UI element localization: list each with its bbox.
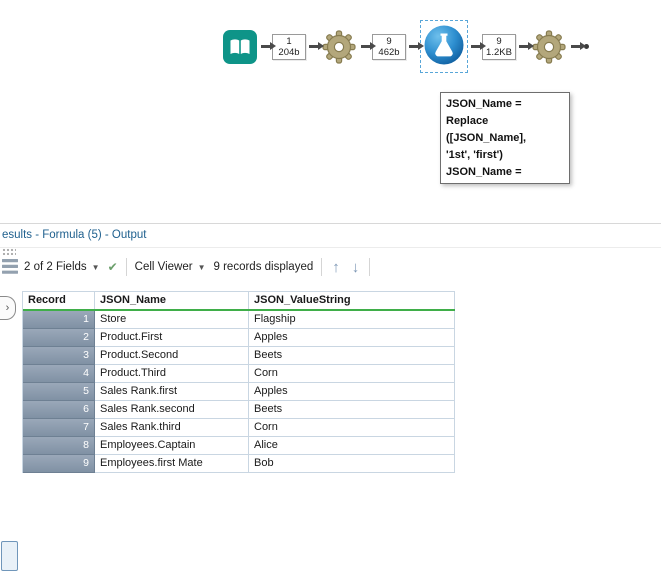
table-row: 3 Product.Second Beets <box>23 347 455 365</box>
gear-icon <box>322 29 356 64</box>
book-icon <box>223 29 257 64</box>
toolbar-separator <box>369 258 371 276</box>
fields-dropdown-label: 2 of 2 Fields <box>24 261 87 273</box>
results-toolbar: 2 of 2 Fields ▼ ✔ Cell Viewer ▼ 9 record… <box>24 250 371 284</box>
tooltip-line: JSON_Name = <box>446 98 522 110</box>
table-row: 5 Sales Rank.first Apples <box>23 383 455 401</box>
cell-viewer-dropdown[interactable]: Cell Viewer ▼ <box>135 261 206 273</box>
drag-grip-icon[interactable] <box>2 248 16 255</box>
connector-arrow <box>471 42 486 50</box>
json-value-cell[interactable]: Bob <box>249 455 455 473</box>
annotation-count: 1 <box>286 35 292 47</box>
annotation-size: 204b <box>278 46 300 58</box>
records-displayed-label: 9 records displayed <box>213 261 314 273</box>
json-name-cell[interactable]: Sales Rank.third <box>95 419 249 437</box>
rail-bottom-icon[interactable] <box>1 541 18 571</box>
toolbar-separator <box>321 258 323 276</box>
record-number-cell[interactable]: 3 <box>23 347 95 365</box>
workflow-canvas: 1 204b 9 462b 9 1.2KB JSON_Name = Replac… <box>0 0 661 224</box>
record-number-cell[interactable]: 5 <box>23 383 95 401</box>
connection-annotation[interactable]: 9 462b <box>372 33 406 60</box>
json-name-cell[interactable]: Product.Third <box>95 365 249 383</box>
chevron-down-icon: ▼ <box>197 262 206 272</box>
results-panel-title: esults - Formula (5) - Output <box>2 229 147 241</box>
cell-viewer-label: Cell Viewer <box>134 261 193 273</box>
connector-arrow <box>519 42 534 50</box>
table-icon <box>2 259 18 274</box>
connector-arrow <box>571 42 586 50</box>
json-name-cell[interactable]: Store <box>95 311 249 329</box>
toolbar-separator <box>125 258 127 276</box>
json-name-cell[interactable]: Sales Rank.second <box>95 401 249 419</box>
selected-tool-outline <box>420 20 468 73</box>
annotation-count: 9 <box>496 35 502 47</box>
json-name-cell[interactable]: Employees.Captain <box>95 437 249 455</box>
results-table: Record JSON_Name JSON_ValueString 1 Store… <box>22 291 455 473</box>
connection-annotation[interactable]: 9 1.2KB <box>482 33 516 60</box>
tooltip-line: ([JSON_Name], <box>446 132 527 144</box>
connector-arrow <box>309 42 324 50</box>
table-row: 9 Employees.first Mate Bob <box>23 455 455 473</box>
results-title-band: esults - Formula (5) - Output <box>0 224 661 248</box>
json-value-cell[interactable]: Beets <box>249 347 455 365</box>
annotation-count: 9 <box>386 35 392 47</box>
results-table-body: 1 Store Flagship 2 Product.First Apples 3 Produ… <box>23 311 455 473</box>
json-value-cell[interactable]: Flagship <box>249 311 455 329</box>
tool-formula-selected[interactable] <box>423 24 465 66</box>
table-view-button[interactable] <box>2 259 18 279</box>
results-table-header: Record JSON_Name JSON_ValueString <box>23 291 455 311</box>
table-row: 2 Product.First Apples <box>23 329 455 347</box>
record-number-cell[interactable]: 7 <box>23 419 95 437</box>
tool-json-parse[interactable] <box>320 28 358 66</box>
column-header-json-valuestring[interactable]: JSON_ValueString <box>249 291 455 309</box>
chevron-down-icon: ▼ <box>91 262 100 272</box>
json-value-cell[interactable]: Corn <box>249 365 455 383</box>
column-header-json-name[interactable]: JSON_Name <box>95 291 249 309</box>
tool-text-input[interactable] <box>222 29 258 65</box>
json-name-cell[interactable]: Sales Rank.first <box>95 383 249 401</box>
json-name-cell[interactable]: Product.Second <box>95 347 249 365</box>
record-number-cell[interactable]: 9 <box>23 455 95 473</box>
column-header-record[interactable]: Record <box>23 291 95 309</box>
chevron-right-icon: › <box>5 302 10 314</box>
table-row: 6 Sales Rank.second Beets <box>23 401 455 419</box>
record-number-cell[interactable]: 4 <box>23 365 95 383</box>
workflow-tools: 1 204b 9 462b 9 1.2KB <box>222 20 589 73</box>
gear-icon <box>532 29 566 64</box>
connector-arrow <box>409 42 424 50</box>
down-arrow-button[interactable]: ↓ <box>350 260 362 275</box>
json-name-cell[interactable]: Employees.first Mate <box>95 455 249 473</box>
record-number-cell[interactable]: 2 <box>23 329 95 347</box>
annotation-size: 1.2KB <box>486 46 512 58</box>
table-row: 8 Employees.Captain Alice <box>23 437 455 455</box>
json-value-cell[interactable]: Alice <box>249 437 455 455</box>
connection-annotation[interactable]: 1 204b <box>272 33 306 60</box>
record-number-cell[interactable]: 1 <box>23 311 95 329</box>
annotation-size: 462b <box>378 46 400 58</box>
popout-panel-button[interactable]: › <box>0 296 16 320</box>
json-value-cell[interactable]: Apples <box>249 383 455 401</box>
json-name-cell[interactable]: Product.First <box>95 329 249 347</box>
connector-arrow <box>261 42 276 50</box>
connector-arrow <box>361 42 376 50</box>
apply-check-icon[interactable]: ✔ <box>108 260 118 274</box>
table-row: 7 Sales Rank.third Corn <box>23 419 455 437</box>
tooltip-line: JSON_Name = <box>446 166 522 178</box>
table-row: 4 Product.Third Corn <box>23 365 455 383</box>
table-row: 1 Store Flagship <box>23 311 455 329</box>
fields-dropdown[interactable]: 2 of 2 Fields ▼ <box>24 261 100 273</box>
json-value-cell[interactable]: Beets <box>249 401 455 419</box>
flask-icon <box>424 25 464 65</box>
tooltip-line: '1st', 'first') <box>446 149 503 161</box>
formula-expression-tooltip: JSON_Name = Replace ([JSON_Name], '1st',… <box>440 92 570 184</box>
record-number-cell[interactable]: 6 <box>23 401 95 419</box>
json-value-cell[interactable]: Corn <box>249 419 455 437</box>
up-arrow-button[interactable]: ↑ <box>330 260 342 275</box>
record-number-cell[interactable]: 8 <box>23 437 95 455</box>
json-value-cell[interactable]: Apples <box>249 329 455 347</box>
tooltip-line: Replace <box>446 115 489 127</box>
tool-json-build[interactable] <box>530 28 568 66</box>
